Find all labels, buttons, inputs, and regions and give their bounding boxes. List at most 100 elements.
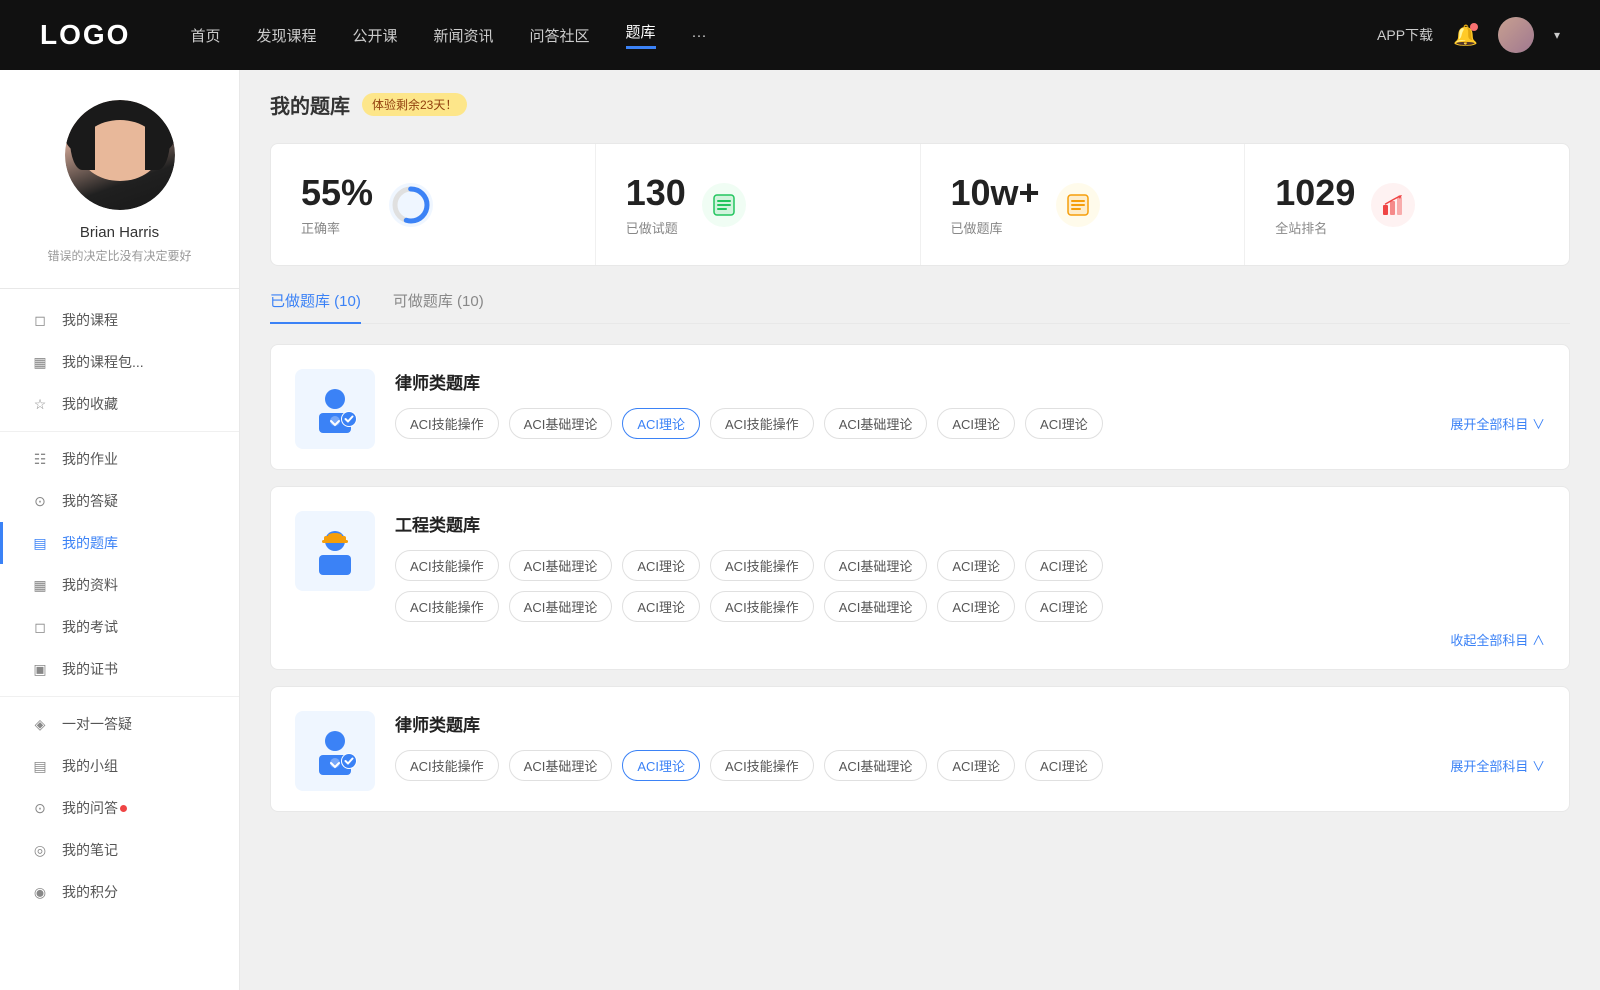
sidebar-item-my-qa[interactable]: ⊙ 我的答疑 <box>0 480 239 522</box>
bank-card-content-lawyer-1: 律师类题库 ACI技能操作 ACI基础理论 ACI理论 ACI技能操作 ACI基… <box>395 369 1545 439</box>
stat-done-questions: 130 已做试题 <box>596 144 921 265</box>
law2-tag-6[interactable]: ACI理论 <box>1025 750 1103 781</box>
eng-tag2-3[interactable]: ACI技能操作 <box>710 591 814 622</box>
eng-tag-5[interactable]: ACI理论 <box>937 550 1015 581</box>
nav-menu: 首页 发现课程 公开课 新闻资讯 问答社区 题库 ··· <box>190 21 1377 49</box>
sidebar-item-my-group[interactable]: ▤ 我的小组 <box>0 745 239 787</box>
tags-row-engineer: ACI技能操作 ACI基础理论 ACI理论 ACI技能操作 ACI基础理论 AC… <box>395 550 1545 581</box>
group-icon: ▤ <box>30 756 50 776</box>
stat-ranking-value: 1029 <box>1275 172 1355 214</box>
main-content: 我的题库 体验剩余23天！ 55% 正确率 <box>240 70 1600 990</box>
page-title: 我的题库 <box>270 90 350 119</box>
sidebar-item-my-profile[interactable]: ▦ 我的资料 <box>0 564 239 606</box>
cert-icon: ▣ <box>30 659 50 679</box>
eng-tag2-6[interactable]: ACI理论 <box>1025 591 1103 622</box>
tag-5[interactable]: ACI理论 <box>937 408 1015 439</box>
bank-card-icon-engineer <box>295 511 375 591</box>
tabs-row: 已做题库 (10) 可做题库 (10) <box>270 290 1570 324</box>
stat-done-banks-value: 10w+ <box>951 172 1040 214</box>
eng-tag2-5[interactable]: ACI理论 <box>937 591 1015 622</box>
tags-row-lawyer-1: ACI技能操作 ACI基础理论 ACI理论 ACI技能操作 ACI基础理论 AC… <box>395 408 1545 439</box>
nav-more[interactable]: ··· <box>692 27 707 44</box>
stat-ranking-label: 全站排名 <box>1275 218 1355 237</box>
nav-discover[interactable]: 发现课程 <box>256 25 316 46</box>
sidebar-item-my-course-pack[interactable]: ▦ 我的课程包... <box>0 341 239 383</box>
nav-qa[interactable]: 问答社区 <box>530 25 590 46</box>
tag-1[interactable]: ACI基础理论 <box>509 408 613 439</box>
sidebar-item-my-notes[interactable]: ◎ 我的笔记 <box>0 829 239 871</box>
tag-6[interactable]: ACI理论 <box>1025 408 1103 439</box>
second-tags-row-engineer: ACI技能操作 ACI基础理论 ACI理论 ACI技能操作 ACI基础理论 AC… <box>395 591 1545 622</box>
sidebar-item-my-exam[interactable]: ◻ 我的考试 <box>0 606 239 648</box>
stat-correct-rate-label: 正确率 <box>301 218 373 237</box>
exam-icon: ◻ <box>30 617 50 637</box>
notification-bell[interactable]: 🔔 <box>1453 23 1478 48</box>
law2-tag-4[interactable]: ACI基础理论 <box>824 750 928 781</box>
user-avatar <box>65 100 175 210</box>
tag-3[interactable]: ACI技能操作 <box>710 408 814 439</box>
nav-news[interactable]: 新闻资讯 <box>434 25 494 46</box>
notification-dot <box>1470 23 1478 31</box>
tag-4[interactable]: ACI基础理论 <box>824 408 928 439</box>
stat-correct-rate: 55% 正确率 <box>271 144 596 265</box>
law2-tag-0[interactable]: ACI技能操作 <box>395 750 499 781</box>
eng-tag2-4[interactable]: ACI基础理论 <box>824 591 928 622</box>
tab-done-banks[interactable]: 已做题库 (10) <box>270 290 361 323</box>
bank-card-title-engineer: 工程类题库 <box>395 511 1545 536</box>
sidebar-item-my-collect[interactable]: ☆ 我的收藏 <box>0 383 239 425</box>
points-icon: ◉ <box>30 882 50 902</box>
ranking-icon <box>1371 183 1415 227</box>
expand-link-lawyer-2[interactable]: 展开全部科目 ∨ <box>1430 756 1545 775</box>
tab-available-banks[interactable]: 可做题库 (10) <box>393 290 484 323</box>
eng-tag-0[interactable]: ACI技能操作 <box>395 550 499 581</box>
sidebar-item-my-cert[interactable]: ▣ 我的证书 <box>0 648 239 690</box>
eng-tag2-0[interactable]: ACI技能操作 <box>395 591 499 622</box>
eng-tag-6[interactable]: ACI理论 <box>1025 550 1103 581</box>
collect-icon: ☆ <box>30 394 50 414</box>
expand-link-lawyer-1[interactable]: 展开全部科目 ∨ <box>1430 414 1545 433</box>
navbar-right: APP下载 🔔 ▾ <box>1377 17 1560 53</box>
page-header: 我的题库 体验剩余23天！ <box>270 90 1570 119</box>
one-on-one-icon: ◈ <box>30 714 50 734</box>
nav-open[interactable]: 公开课 <box>352 25 397 46</box>
navbar: LOGO 首页 发现课程 公开课 新闻资讯 问答社区 题库 ··· APP下载 … <box>0 0 1600 70</box>
law2-tag-3[interactable]: ACI技能操作 <box>710 750 814 781</box>
bank-card-title-lawyer-1: 律师类题库 <box>395 369 1545 394</box>
tag-2-active[interactable]: ACI理论 <box>622 408 700 439</box>
tag-0[interactable]: ACI技能操作 <box>395 408 499 439</box>
answer-red-dot <box>120 805 127 812</box>
stat-done-banks: 10w+ 已做题库 <box>921 144 1246 265</box>
eng-tag-3[interactable]: ACI技能操作 <box>710 550 814 581</box>
eng-tag-2[interactable]: ACI理论 <box>622 550 700 581</box>
sidebar: Brian Harris 错误的决定比没有决定要好 ◻ 我的课程 ▦ 我的课程包… <box>0 70 240 990</box>
law2-tag-2-active[interactable]: ACI理论 <box>622 750 700 781</box>
sidebar-item-my-bank[interactable]: ▤ 我的题库 <box>0 522 239 564</box>
sidebar-item-my-course[interactable]: ◻ 我的课程 <box>0 299 239 341</box>
eng-tag-1[interactable]: ACI基础理论 <box>509 550 613 581</box>
law2-tag-1[interactable]: ACI基础理论 <box>509 750 613 781</box>
user-avatar-nav[interactable] <box>1498 17 1534 53</box>
homework-icon: ☷ <box>30 449 50 469</box>
eng-tag-4[interactable]: ACI基础理论 <box>824 550 928 581</box>
sidebar-item-one-on-one[interactable]: ◈ 一对一答疑 <box>0 703 239 745</box>
nav-bank[interactable]: 题库 <box>626 21 656 49</box>
app-download-btn[interactable]: APP下载 <box>1377 25 1433 45</box>
user-menu-chevron[interactable]: ▾ <box>1554 28 1560 42</box>
bank-card-lawyer-2: 律师类题库 ACI技能操作 ACI基础理论 ACI理论 ACI技能操作 ACI基… <box>270 686 1570 812</box>
sidebar-item-my-answer[interactable]: ⊙ 我的问答 <box>0 787 239 829</box>
law2-tag-5[interactable]: ACI理论 <box>937 750 1015 781</box>
done-banks-icon <box>1056 183 1100 227</box>
stat-ranking: 1029 全站排名 <box>1245 144 1569 265</box>
answer-icon: ⊙ <box>30 798 50 818</box>
eng-tag2-1[interactable]: ACI基础理论 <box>509 591 613 622</box>
nav-home[interactable]: 首页 <box>190 25 220 46</box>
logo[interactable]: LOGO <box>40 19 130 51</box>
qa-icon: ⊙ <box>30 491 50 511</box>
sidebar-menu: ◻ 我的课程 ▦ 我的课程包... ☆ 我的收藏 ☷ 我的作业 ⊙ 我的答疑 ▤ <box>0 289 239 923</box>
eng-tag2-2[interactable]: ACI理论 <box>622 591 700 622</box>
collapse-link-engineer[interactable]: 收起全部科目 ∧ <box>395 630 1545 649</box>
sidebar-item-my-points[interactable]: ◉ 我的积分 <box>0 871 239 913</box>
course-icon: ◻ <box>30 310 50 330</box>
sidebar-item-my-homework[interactable]: ☷ 我的作业 <box>0 438 239 480</box>
bank-icon: ▤ <box>30 533 50 553</box>
